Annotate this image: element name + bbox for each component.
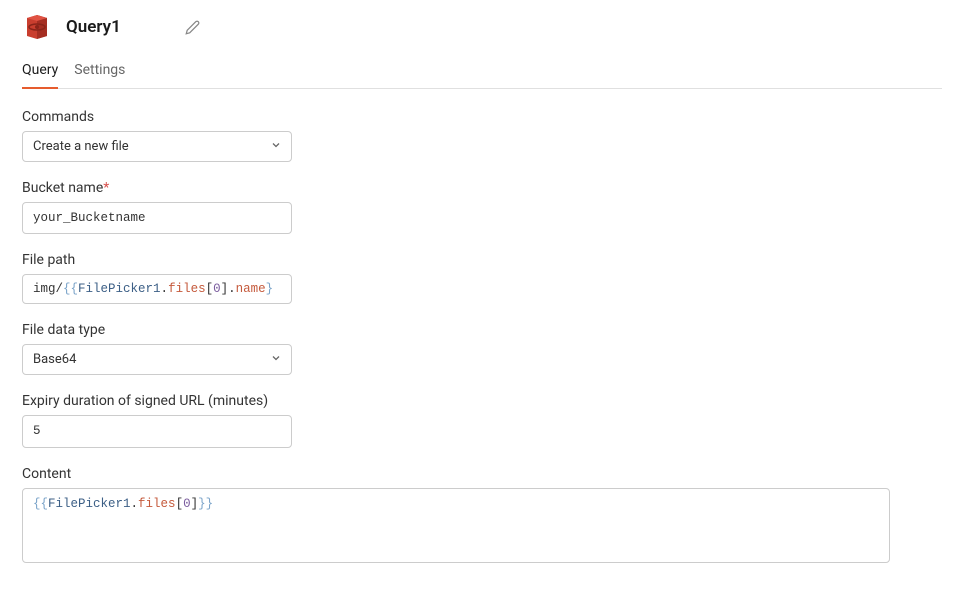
expiry-input[interactable] bbox=[22, 415, 292, 447]
commands-label: Commands bbox=[22, 109, 942, 125]
tab-query[interactable]: Query bbox=[22, 54, 58, 88]
file-path-group: File path img/{{FilePicker1.files[0].nam… bbox=[22, 252, 942, 304]
content-textarea[interactable]: {{FilePicker1.files[0]}} bbox=[22, 488, 890, 563]
s3-logo-icon bbox=[22, 12, 52, 42]
file-data-type-group: File data type Base64 bbox=[22, 322, 942, 375]
content-group: Content {{FilePicker1.files[0]}} bbox=[22, 466, 942, 563]
bucket-name-group: Bucket name* bbox=[22, 180, 942, 234]
content-label: Content bbox=[22, 466, 942, 482]
header: Query1 bbox=[22, 12, 942, 54]
required-asterisk: * bbox=[103, 180, 109, 196]
commands-select[interactable]: Create a new file bbox=[22, 131, 292, 162]
bucket-name-input[interactable] bbox=[22, 202, 292, 234]
expiry-group: Expiry duration of signed URL (minutes) bbox=[22, 393, 942, 447]
tab-settings[interactable]: Settings bbox=[74, 54, 125, 88]
expiry-label: Expiry duration of signed URL (minutes) bbox=[22, 393, 942, 409]
file-path-label: File path bbox=[22, 252, 942, 268]
file-data-type-label: File data type bbox=[22, 322, 942, 338]
page-title: Query1 bbox=[66, 17, 121, 37]
file-path-input[interactable]: img/{{FilePicker1.files[0].name} bbox=[22, 274, 292, 304]
bucket-name-label: Bucket name* bbox=[22, 180, 942, 196]
tabs: Query Settings bbox=[22, 54, 942, 89]
commands-group: Commands Create a new file bbox=[22, 109, 942, 162]
edit-icon[interactable] bbox=[185, 20, 200, 35]
file-data-type-select[interactable]: Base64 bbox=[22, 344, 292, 375]
